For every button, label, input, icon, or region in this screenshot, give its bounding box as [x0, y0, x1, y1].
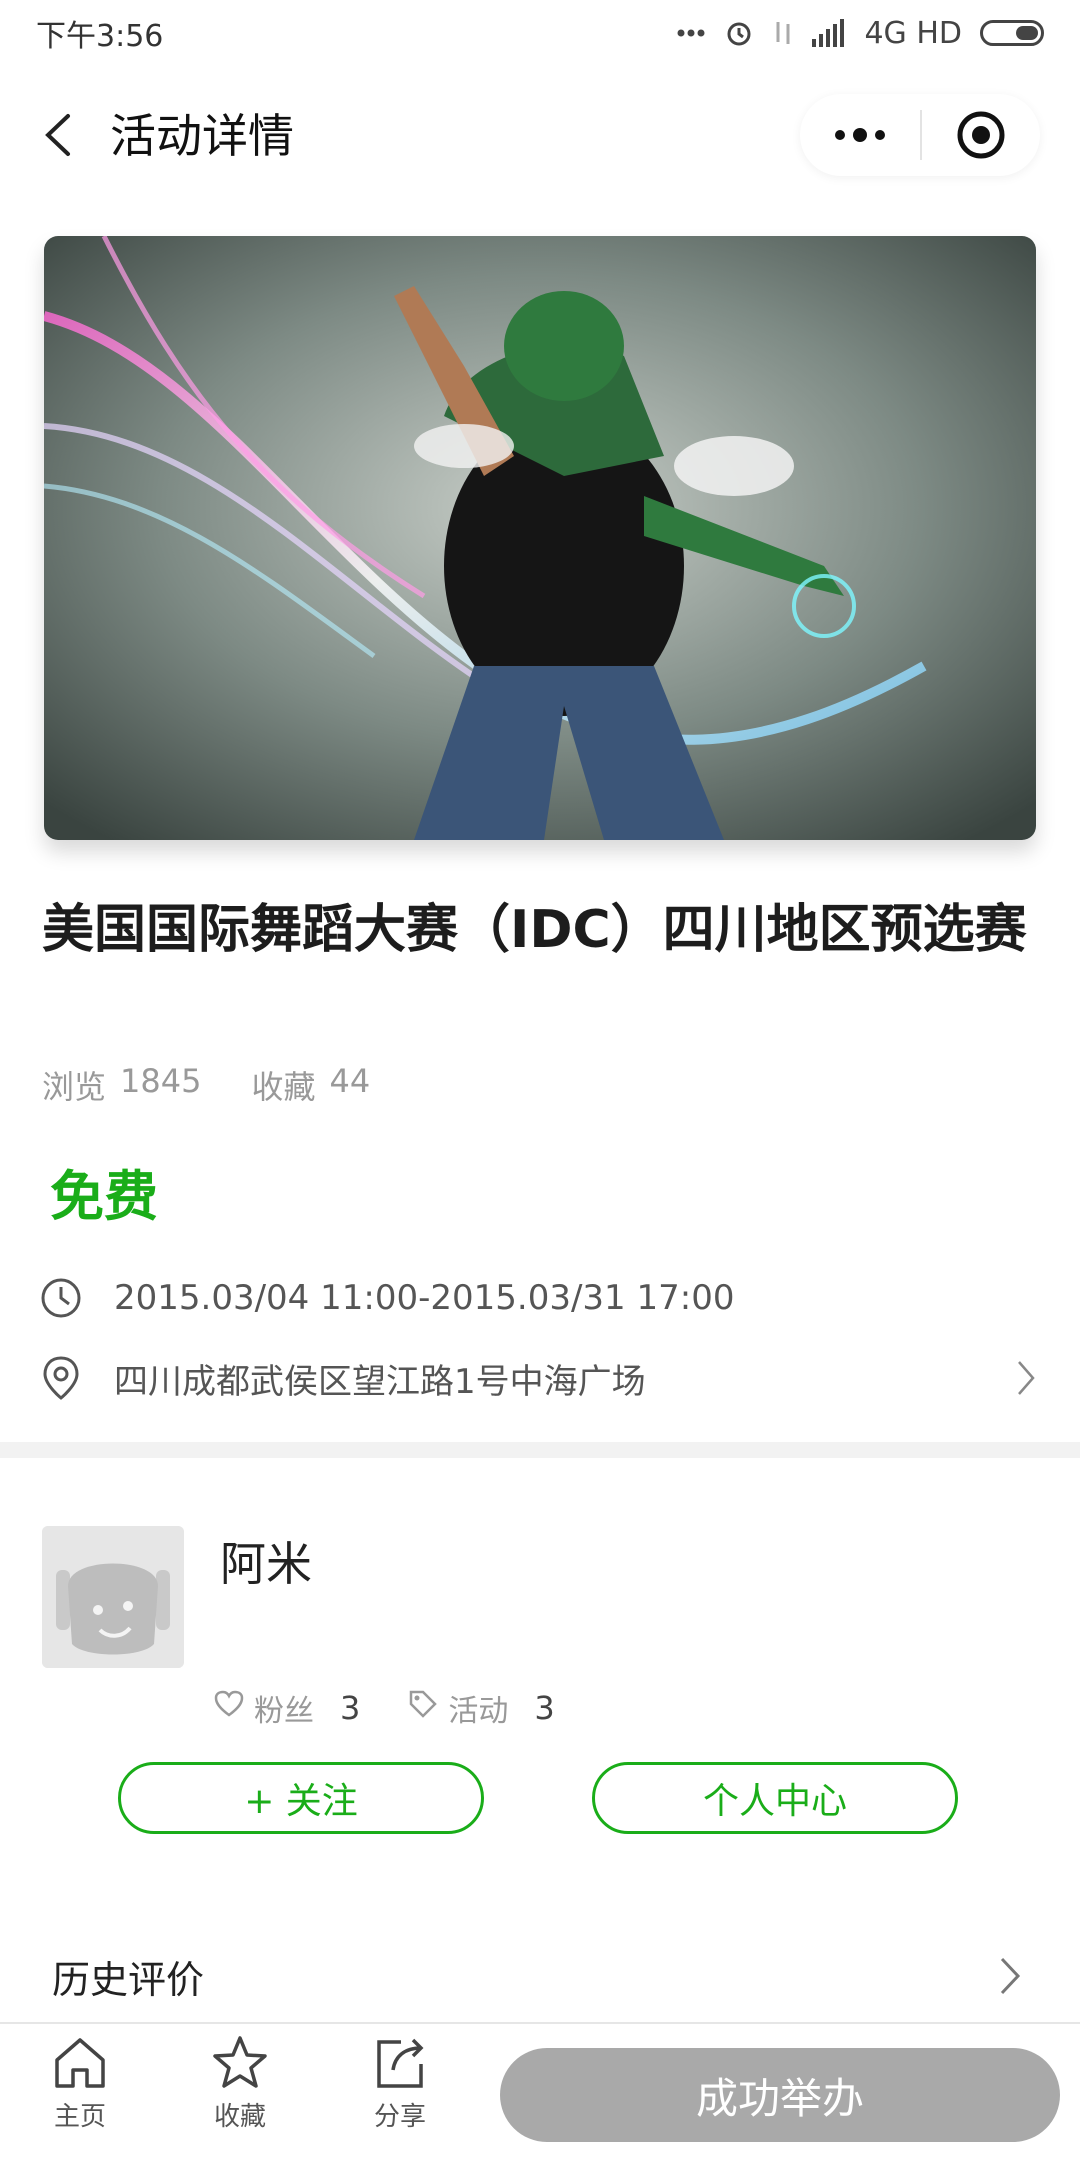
tab-share-label: 分享: [373, 2102, 426, 2132]
bottom-tab-bar: 主页 收藏 分享 成功举办: [0, 2022, 1080, 2160]
tab-favorite[interactable]: 收藏: [180, 2034, 300, 2152]
status-bar: 下午3:56 4G HD: [0, 0, 1080, 66]
share-icon: [377, 2038, 424, 2088]
clock-icon: [36, 1273, 86, 1323]
activities-stat: 活动 3: [408, 1686, 555, 1730]
star-icon: [213, 2036, 267, 2088]
battery-icon: [980, 20, 1044, 46]
more-dots-icon: [676, 28, 706, 38]
location-pin-icon: [36, 1353, 86, 1403]
activities-label: 活动: [448, 1694, 509, 1729]
event-time-row: 2015.03/04 11:00-2015.03/31 17:00: [36, 1268, 1046, 1328]
back-button[interactable]: [36, 110, 86, 160]
page-title: 活动详情: [110, 109, 294, 163]
nav-bar: 活动详情: [0, 70, 1080, 200]
tag-icon: [408, 1689, 438, 1727]
activities-count: 3: [534, 1689, 555, 1727]
avatar[interactable]: [42, 1526, 184, 1668]
status-time: 下午3:56: [36, 19, 164, 54]
event-time: 2015.03/04 11:00-2015.03/31 17:00: [114, 1278, 735, 1318]
organizer-stats: 粉丝 3 活动 3: [214, 1686, 603, 1730]
signal-icon: [812, 19, 846, 47]
profile-button[interactable]: 个人中心: [592, 1762, 958, 1834]
views-label: 浏览: [42, 1068, 107, 1106]
tab-share[interactable]: 分享: [340, 2034, 460, 2152]
follow-button[interactable]: + 关注: [118, 1762, 484, 1834]
event-title: 美国国际舞蹈大赛（IDC）四川地区预选赛: [42, 900, 1027, 960]
history-reviews-label: 历史评价: [52, 1957, 205, 2002]
views-count: 1845: [120, 1062, 202, 1100]
organizer-name[interactable]: 阿米: [220, 1528, 312, 1594]
heart-icon: [214, 1690, 244, 1726]
more-icon: [835, 128, 885, 142]
chevron-left-icon: [45, 114, 70, 156]
tab-home[interactable]: 主页: [20, 2034, 140, 2152]
fans-count: 3: [340, 1689, 361, 1727]
mini-program-capsule: [800, 94, 1040, 176]
price-label: 免费: [50, 1165, 158, 1228]
event-banner-image: [44, 236, 1036, 840]
event-address: 四川成都武侯区望江路1号中海广场: [114, 1361, 646, 1402]
tab-home-label: 主页: [53, 2102, 106, 2132]
alarm-icon: [724, 18, 754, 48]
chevron-right-icon: [990, 1951, 1030, 2001]
fans-stat: 粉丝 3: [214, 1686, 360, 1730]
chevron-right-icon: [1006, 1353, 1046, 1403]
more-button[interactable]: [800, 94, 920, 176]
event-stats: 浏览 1845 收藏 44: [42, 1062, 370, 1108]
section-divider: [0, 1442, 1080, 1458]
event-address-row[interactable]: 四川成都武侯区望江路1号中海广场: [36, 1348, 1046, 1408]
favorites-label: 收藏: [251, 1068, 316, 1106]
favorites-count: 44: [329, 1062, 371, 1100]
tab-favorite-label: 收藏: [213, 2102, 266, 2132]
history-reviews-row[interactable]: 历史评价: [0, 1940, 1080, 2012]
target-close-icon: [957, 111, 1005, 159]
status-icons: 4G HD: [676, 16, 1044, 51]
data-transfer-icon: [772, 18, 794, 48]
network-label: 4G HD: [864, 15, 962, 51]
success-held-button[interactable]: 成功举办: [500, 2048, 1060, 2142]
close-button[interactable]: [922, 94, 1040, 176]
fans-label: 粉丝: [254, 1694, 314, 1729]
home-icon: [55, 2038, 105, 2088]
